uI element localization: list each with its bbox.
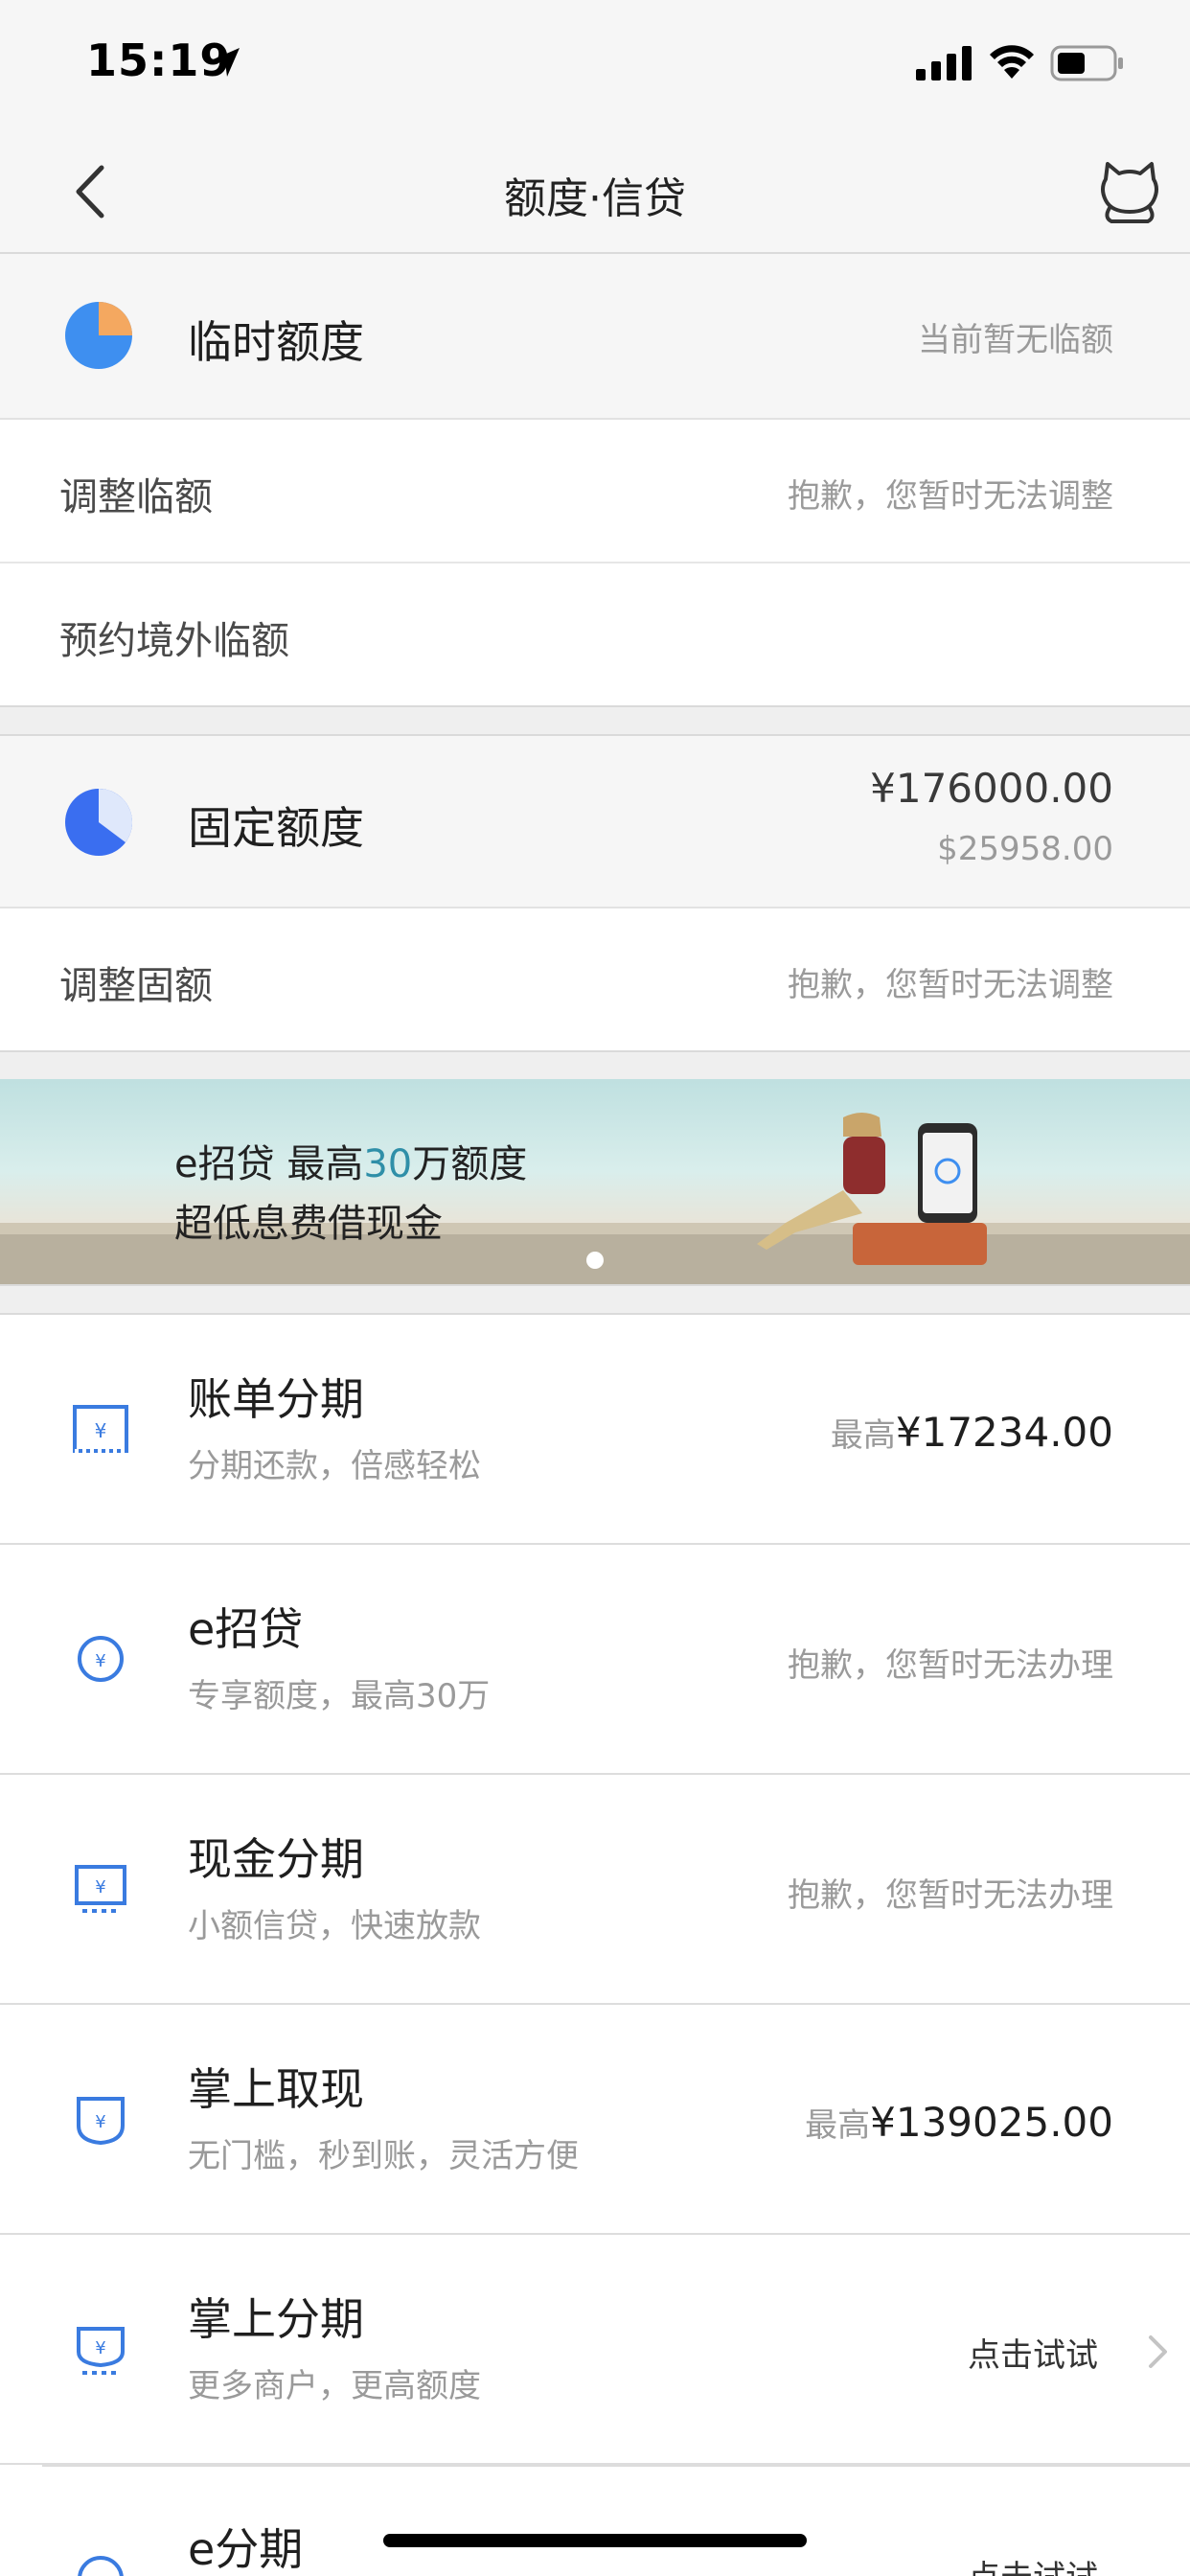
svg-text:¥: ¥ — [95, 1419, 107, 1442]
promo-banner[interactable]: e招贷 最高30万额度 超低息费借现金 — [0, 1079, 1190, 1284]
location-arrow-icon — [211, 48, 240, 77]
banner-subheadline: 超低息费借现金 — [174, 1202, 443, 1246]
product-status: 抱歉，您暂时无法办理 — [788, 1646, 1113, 1685]
fixed-limit-title: 固定额度 — [188, 802, 364, 854]
fixed-limit-cny-amount: ¥176000.00 — [870, 765, 1113, 812]
product-title: 现金分期 — [188, 1833, 364, 1885]
product-subtitle: 无门槛，秒到账，灵活方便 — [188, 2137, 579, 2175]
product-row-bill-installment[interactable]: ¥ 账单分期 分期还款，倍感轻松 最高¥17234.00 — [0, 1315, 1190, 1545]
product-try-link[interactable]: 点击试试 — [968, 2329, 1098, 2376]
product-row-e-installment[interactable]: e分期 点击试试 — [0, 2465, 1190, 2576]
temp-limit-title: 临时额度 — [188, 316, 364, 368]
adjust-fixed-limit-status: 抱歉，您暂时无法调整 — [788, 966, 1113, 1004]
section-divider — [0, 705, 1190, 736]
status-bar: 15:19 — [0, 0, 1190, 129]
product-title: e招贷 — [188, 1603, 304, 1655]
product-row-mobile-cash[interactable]: ¥ 掌上取现 无门槛，秒到账，灵活方便 最高¥139025.00 — [0, 2005, 1190, 2235]
cellular-signal-icon — [916, 46, 972, 80]
product-title: 掌上取现 — [188, 2063, 364, 2115]
product-max-amount: 最高¥17234.00 — [830, 1409, 1113, 1456]
product-subtitle: 小额信贷，快速放款 — [188, 1907, 481, 1945]
temp-limit-status: 当前暂无临额 — [918, 321, 1113, 359]
home-indicator — [383, 2534, 807, 2547]
nav-bar: 额度·信贷 — [0, 129, 1190, 254]
adjust-temp-limit-status: 抱歉，您暂时无法调整 — [788, 477, 1113, 516]
product-title: 掌上分期 — [188, 2293, 364, 2345]
mobile-installment-icon: ¥ — [77, 2327, 125, 2375]
banner-headline: e招贷 最高30万额度 — [174, 1142, 528, 1186]
product-row-mobile-installment[interactable]: ¥ 掌上分期 更多商户，更高额度 点击试试 — [0, 2235, 1190, 2465]
section-divider — [0, 1050, 1190, 1081]
fixed-limit-header: 固定额度 ¥176000.00 $25958.00 — [0, 736, 1190, 908]
adjust-fixed-limit-row[interactable]: 调整固额 抱歉，您暂时无法调整 — [0, 908, 1190, 1052]
e-installment-icon — [78, 2556, 124, 2576]
svg-text:¥: ¥ — [95, 1651, 105, 1671]
adjust-temp-limit-label: 调整临额 — [59, 475, 213, 519]
temp-limit-header: 临时额度 当前暂无临额 — [0, 254, 1190, 420]
product-subtitle: 专享额度，最高30万 — [188, 1677, 491, 1715]
banner-page-indicator — [586, 1252, 604, 1269]
fixed-limit-pie-icon — [65, 789, 132, 856]
row-divider — [42, 2465, 1190, 2467]
e-loan-icon: ¥ — [78, 1636, 124, 1682]
wifi-icon — [990, 45, 1034, 79]
product-max-amount: 最高¥139025.00 — [805, 2099, 1113, 2146]
product-try-link[interactable]: 点击试试 — [968, 2551, 1098, 2576]
adjust-temp-limit-row[interactable]: 调整临额 抱歉，您暂时无法调整 — [0, 420, 1190, 564]
svg-text:¥: ¥ — [95, 1877, 105, 1898]
adjust-fixed-limit-label: 调整固额 — [59, 964, 213, 1008]
battery-icon — [1050, 45, 1123, 81]
section-divider — [0, 1284, 1190, 1315]
temp-limit-pie-icon — [65, 302, 132, 369]
product-row-e-loan[interactable]: ¥ e招贷 专享额度，最高30万 抱歉，您暂时无法办理 — [0, 1545, 1190, 1775]
customer-service-cat-icon[interactable] — [1096, 158, 1163, 225]
page-title: 额度·信贷 — [504, 174, 686, 223]
bill-installment-icon: ¥ — [73, 1405, 128, 1453]
product-status: 抱歉，您暂时无法办理 — [788, 1876, 1113, 1915]
svg-text:¥: ¥ — [95, 2112, 105, 2132]
product-subtitle: 更多商户，更高额度 — [188, 2367, 481, 2405]
product-row-cash-installment[interactable]: ¥ 现金分期 小额信贷，快速放款 抱歉，您暂时无法办理 — [0, 1775, 1190, 2005]
product-subtitle: 分期还款，倍感轻松 — [188, 1447, 481, 1485]
chevron-right-icon — [1149, 2335, 1167, 2368]
product-title: 账单分期 — [188, 1373, 364, 1425]
fixed-limit-usd-amount: $25958.00 — [937, 830, 1113, 868]
overseas-temp-limit-row[interactable]: 预约境外临额 — [0, 564, 1190, 707]
svg-text:¥: ¥ — [95, 2338, 105, 2358]
mobile-cash-icon: ¥ — [77, 2097, 125, 2146]
product-title: e分期 — [188, 2523, 304, 2575]
overseas-temp-limit-label: 预约境外临额 — [59, 619, 289, 663]
cash-installment-icon: ¥ — [75, 1865, 126, 1913]
